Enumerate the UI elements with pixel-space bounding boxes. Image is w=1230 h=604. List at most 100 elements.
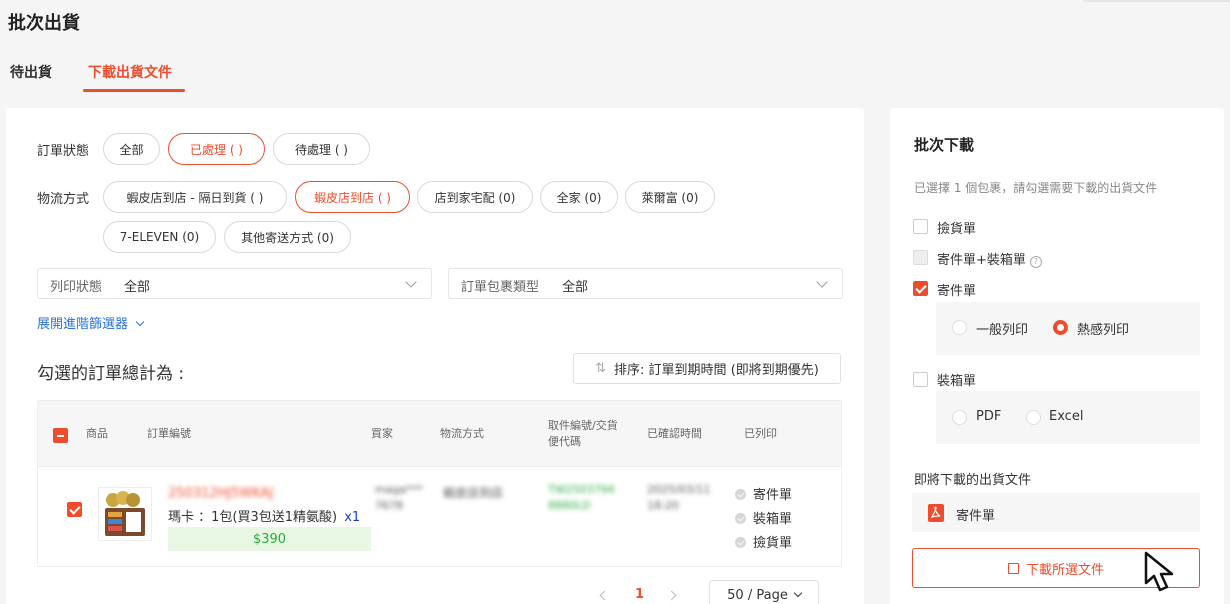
row-logistics: 蝦皮店到店 [443,486,504,500]
print-status-select[interactable]: 列印狀態 全部 [37,268,432,299]
sort-icon: ⇅ [595,361,607,376]
header-confirmed-time: 已確認時間 [647,427,702,440]
header-product: 商品 [86,427,108,440]
product-quantity: x1 [344,510,361,525]
normal-print-radio[interactable] [952,320,967,335]
chevron-down-icon [405,276,417,288]
package-type-select[interactable]: 訂單包裹類型 全部 [448,268,843,299]
download-button-label: 下載所選文件 [1025,562,1104,578]
confirmed-line2: 18:20 [647,499,679,512]
chevron-down-icon [816,276,828,288]
packing-list-label: 裝箱單 [937,374,977,389]
product-name: 瑪卡 ：1包(買3包送1精氨酸) [168,510,338,525]
batch-download-title: 批次下載 [914,136,975,154]
shipping-packing-checkbox[interactable] [913,250,928,265]
select-all-checkbox[interactable] [53,428,68,443]
chip-home-delivery[interactable]: 店到家宅配 (0) [417,181,533,213]
tab-download-documents[interactable]: 下載出貨文件 [88,62,172,82]
chip-family-mart[interactable]: 全家 (0) [540,181,618,213]
chip-seven-eleven[interactable]: 7-ELEVEN (0) [103,221,216,253]
top-right-strip [1083,0,1230,2]
excel-label: Excel [1049,409,1084,424]
logistics-label: 物流方式 [37,192,90,207]
product-thumbnail[interactable] [98,487,152,541]
product-image-icon [99,488,151,540]
header-order-no: 訂單編號 [147,427,191,440]
header-logistics: 物流方式 [440,427,484,440]
confirmed-time: 2025/03/11 18:20 [647,482,710,514]
printed-shipping-label: 寄件單 [735,484,792,503]
page-size-select[interactable]: 50 / Page [709,580,819,604]
print-status-label: 列印狀態 [50,280,103,295]
shipping-packing-option: 寄件單+裝箱單? [937,249,1042,268]
excel-radio[interactable] [1026,410,1041,425]
check-circle-icon [735,489,746,500]
confirmed-line1: 2025/03/11 [647,483,711,496]
order-number[interactable]: 250312HJ5WKAJ [168,486,273,501]
printed-item-label: 裝箱單 [753,512,793,527]
check-circle-icon [735,537,746,548]
price-badge: $390 [168,527,371,551]
print-status-value: 全部 [124,280,151,295]
upcoming-file-name: 寄件單 [956,509,996,524]
picking-list-label: 撿貨單 [937,222,977,237]
packing-list-checkbox[interactable] [913,372,928,387]
thermal-print-radio[interactable] [1053,320,1068,335]
header-tracking: 取件編號/交貨 便代碼 [548,418,618,450]
header-tracking-line2: 便代碼 [548,435,581,448]
header-tracking-line1: 取件編號/交貨 [548,419,618,432]
sort-label: 排序: 訂單到期時間 (即將到期優先) [614,363,819,378]
tab-pending-shipment[interactable]: 待出貨 [10,62,52,82]
chip-status-processed[interactable]: 已處理 ( ) [168,133,265,165]
advanced-filter-label: 展開進階篩選器 [37,317,129,332]
chevron-down-icon [793,588,803,598]
upcoming-files-label: 即將下載的出貨文件 [914,473,1032,488]
selected-total-label: 勾選的訂單總計為 : [37,364,185,384]
header-printed: 已列印 [744,427,777,440]
printed-item-label: 撿貨單 [753,536,793,551]
shipping-label-checkbox[interactable] [913,281,928,296]
package-type-label: 訂單包裹類型 [461,280,540,295]
printer-icon [1007,562,1019,574]
pdf-label: PDF [976,409,1002,424]
batch-download-description: 已選擇 1 個包裹，請勾選需要下載的出貨文件 [914,181,1158,195]
tracking-line2: 8880LD [548,499,591,512]
header-buyer: 買家 [371,427,393,440]
pdf-radio[interactable] [952,410,967,425]
buyer-line2: 7678 [375,499,403,512]
chip-hilife[interactable]: 萊爾富 (0) [625,181,715,213]
chip-status-all[interactable]: 全部 [103,133,160,165]
table-row [37,467,842,567]
shipping-label-label: 寄件單 [937,284,977,299]
chip-other-shipping[interactable]: 其他寄送方式 (0) [224,221,351,253]
pdf-icon [928,504,944,522]
printed-packing-list: 裝箱單 [735,508,792,527]
buyer-line1: maga*** [375,483,423,496]
order-status-label: 訂單狀態 [37,144,90,159]
thermal-print-label: 熱感列印 [1077,323,1130,338]
chip-shopee-store-next-day[interactable]: 蝦皮店到店 - 隔日到貨 ( ) [103,181,287,213]
current-page[interactable]: 1 [635,587,644,602]
sort-button[interactable]: ⇅ 排序: 訂單到期時間 (即將到期優先) [573,353,841,384]
picking-list-checkbox[interactable] [913,219,928,234]
mouse-cursor-icon [1144,551,1174,592]
help-icon[interactable]: ? [1029,256,1042,268]
chevron-down-icon [135,317,145,327]
package-type-value: 全部 [562,280,589,295]
tracking-code: TW2503794 8880LD [548,482,615,514]
active-tab-underline [83,89,185,92]
product-description: 瑪卡 ：1包(買3包送1精氨酸) x1 [168,506,360,525]
page-size-value: 50 / Page [727,587,788,603]
page-title: 批次出貨 [8,13,80,34]
chip-shopee-store[interactable]: 蝦皮店到店 ( ) [295,181,410,213]
printed-picking-list: 撿貨單 [735,532,792,551]
shipping-packing-label: 寄件單+裝箱單 [937,253,1026,268]
tracking-line1: TW2503794 [548,483,615,496]
normal-print-label: 一般列印 [976,323,1029,338]
chip-status-pending[interactable]: 待處理 ( ) [273,133,370,165]
advanced-filter-link[interactable]: 展開進階篩選器 [37,313,145,332]
buyer-name: maga*** 7678 [375,482,423,514]
printed-item-label: 寄件單 [753,488,793,503]
row-checkbox[interactable] [67,502,82,517]
check-circle-icon [735,513,746,524]
